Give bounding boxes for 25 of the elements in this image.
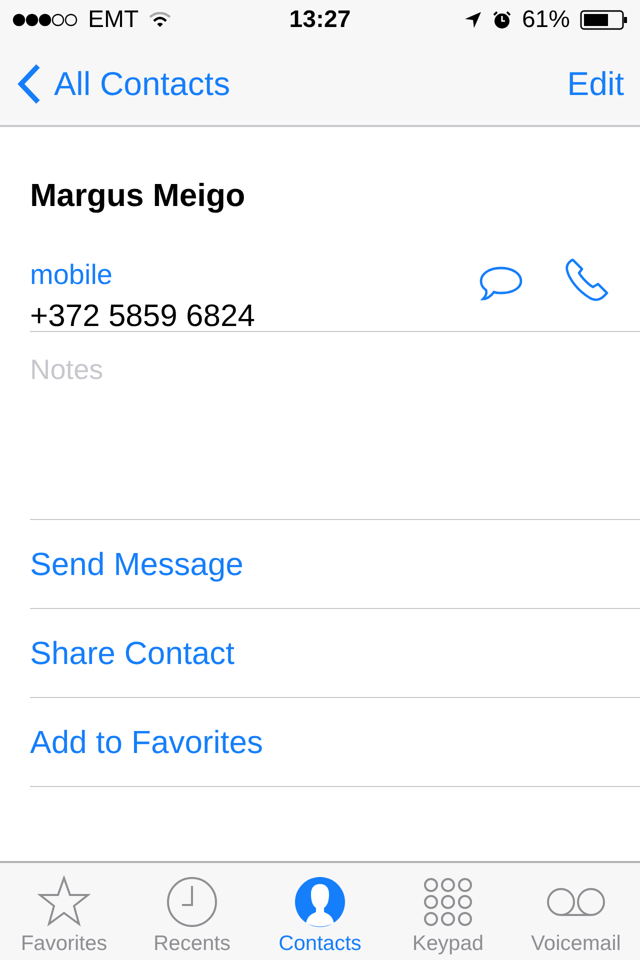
message-icon[interactable]	[478, 265, 524, 303]
action-link[interactable]: Send Message	[30, 546, 244, 582]
back-button[interactable]: All Contacts	[16, 62, 230, 104]
edit-button[interactable]: Edit	[567, 64, 624, 102]
action-link[interactable]: Add to Favorites	[30, 724, 263, 760]
battery-percent: 61%	[522, 6, 570, 34]
alarm-icon	[492, 10, 512, 30]
phone-icon[interactable]	[564, 257, 610, 303]
wifi-icon	[148, 12, 171, 28]
person-icon	[292, 874, 348, 930]
phone-label: mobile	[30, 258, 114, 292]
tab[interactable]: Contacts	[256, 863, 384, 960]
carrier: EMT	[88, 6, 139, 34]
contact-name: Margus Meigo	[29, 176, 246, 215]
chevron-left-icon	[16, 62, 42, 104]
clock-icon	[164, 874, 220, 930]
tab[interactable]: Voicemail	[512, 863, 640, 960]
location-icon	[464, 11, 482, 29]
action-link[interactable]: Share Contact	[30, 634, 235, 672]
battery-icon	[580, 10, 628, 30]
clock-time: 13:27	[289, 6, 351, 34]
tab[interactable]: Recents	[128, 863, 256, 960]
tab[interactable]: Favorites	[0, 863, 128, 960]
tab[interactable]: Keypad	[384, 863, 512, 960]
signal-icon	[12, 13, 78, 27]
